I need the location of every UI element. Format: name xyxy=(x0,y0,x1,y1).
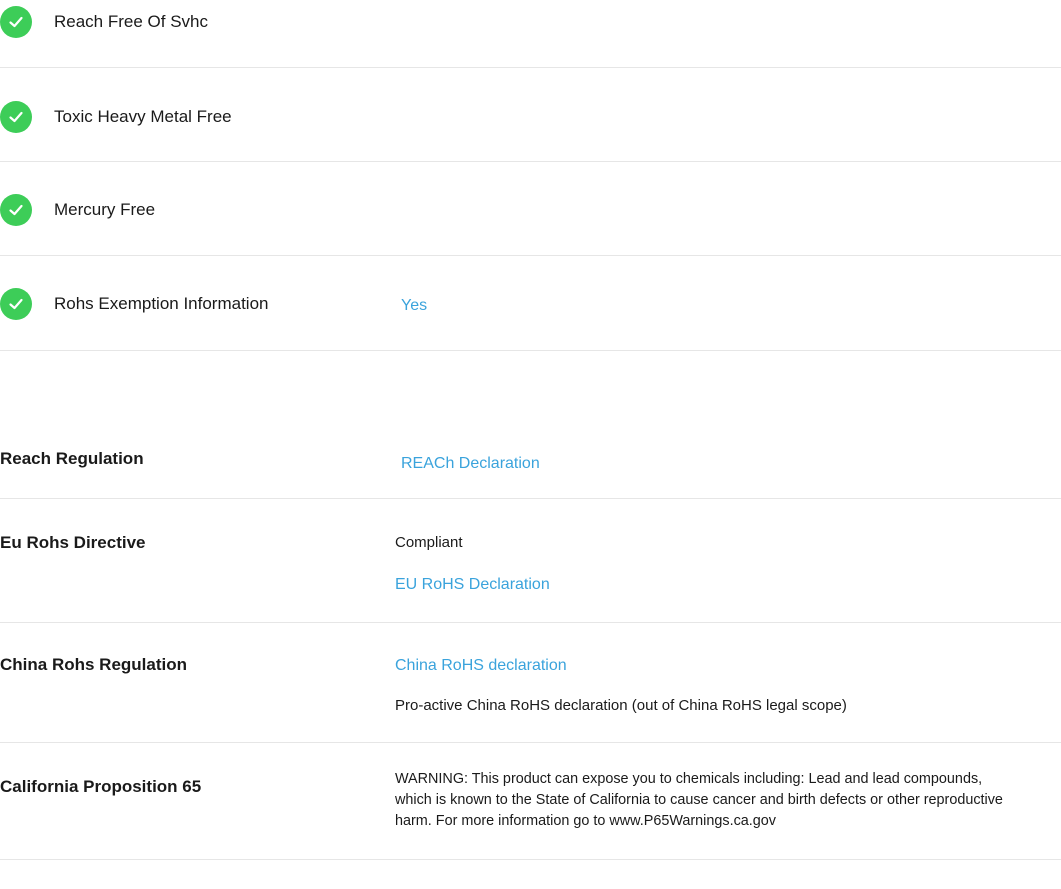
checkmark-icon xyxy=(0,101,32,133)
eu-rohs-status: Compliant xyxy=(395,534,463,551)
check-label: Toxic Heavy Metal Free xyxy=(54,107,232,126)
reach-regulation-title: Reach Regulation xyxy=(0,449,144,468)
check-label: Reach Free Of Svhc xyxy=(54,12,209,31)
prop65-warning-text: WARNING: This product can expose you to … xyxy=(395,771,1003,829)
checkmark-icon xyxy=(0,288,32,320)
divider xyxy=(0,498,1061,499)
california-proposition-65-title: California Proposition 65 xyxy=(0,777,202,796)
china-rohs-note: Pro-active China RoHS declaration (out o… xyxy=(395,697,847,714)
eu-rohs-declaration-link[interactable]: EU RoHS Declaration xyxy=(395,576,550,594)
china-rohs-declaration-link[interactable]: China RoHS declaration xyxy=(395,657,567,675)
eu-rohs-directive-title: Eu Rohs Directive xyxy=(0,533,146,552)
divider xyxy=(0,161,1061,162)
divider xyxy=(0,67,1061,68)
rohs-exemption-value: Yes xyxy=(401,297,428,314)
checkmark-icon xyxy=(0,6,32,38)
check-label: Mercury Free xyxy=(54,200,156,219)
divider xyxy=(0,859,1061,860)
divider xyxy=(0,255,1061,256)
divider xyxy=(0,350,1061,351)
divider xyxy=(0,622,1061,623)
divider xyxy=(0,742,1061,743)
check-label: Rohs Exemption Information xyxy=(54,294,269,313)
checkmark-icon xyxy=(0,194,32,226)
china-rohs-regulation-title: China Rohs Regulation xyxy=(0,655,187,674)
reach-declaration-link[interactable]: REACh Declaration xyxy=(401,455,540,473)
